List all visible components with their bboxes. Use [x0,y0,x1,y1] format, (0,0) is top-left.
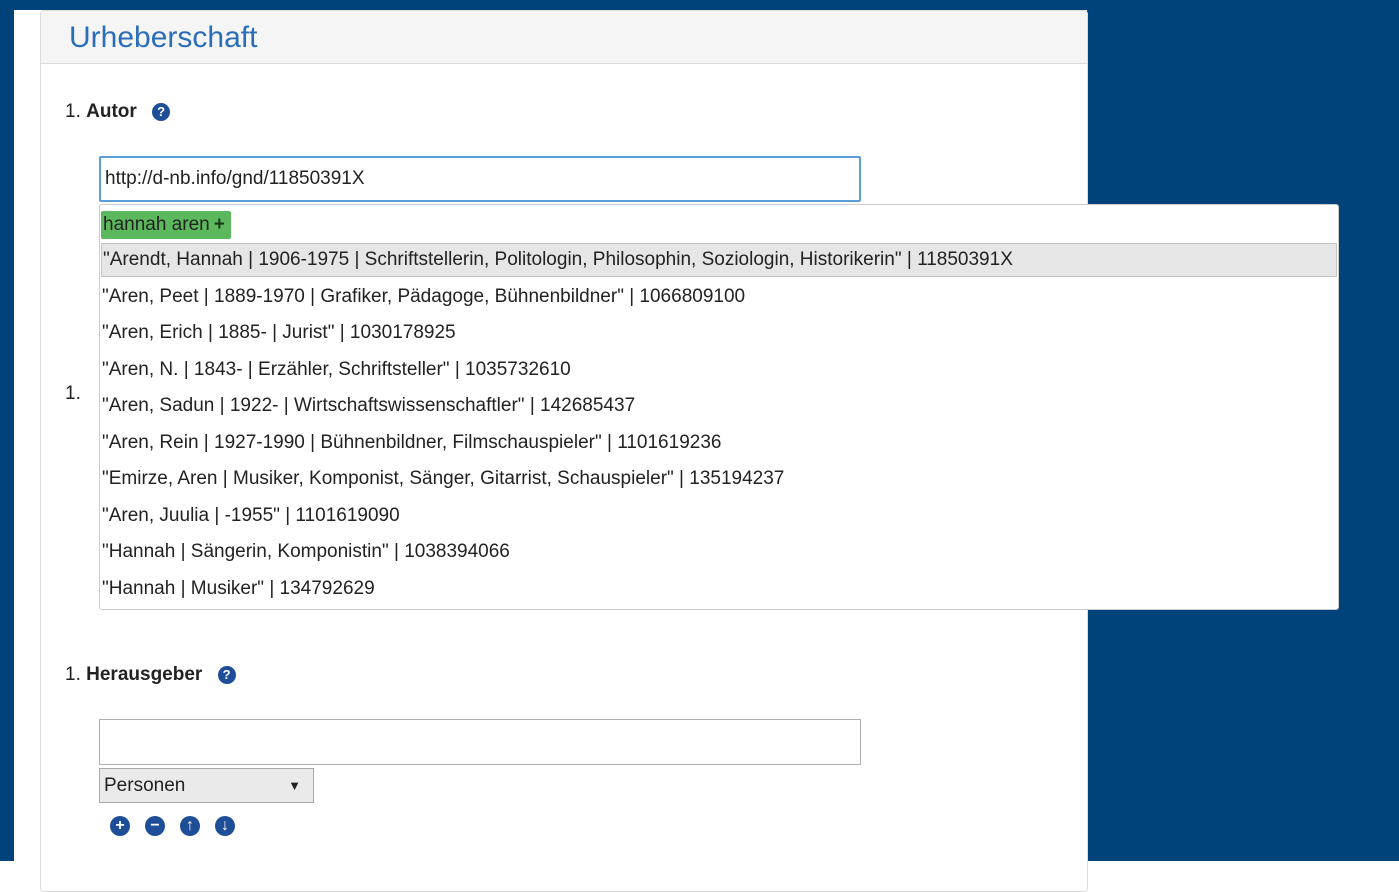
help-icon[interactable]: ? [152,103,171,121]
herausgeber-label: 1. Herausgeber ? [65,664,236,686]
add-icon[interactable]: + [110,816,130,836]
new-entry-option[interactable]: hannah aren + [101,211,231,239]
arrow-down-icon[interactable]: ↓ [215,816,235,836]
plus-icon: + [213,214,225,235]
type-select-value: Personen [104,775,186,796]
autor-number: 1. [65,101,81,122]
result-option[interactable]: "Aren, Peet | 1889-1970 | Grafiker, Päda… [101,280,745,314]
result-option[interactable]: "Hannah | Musiker" | 134792629 [101,572,375,606]
result-option[interactable]: "Emirze, Aren | Musiker, Komponist, Säng… [101,462,784,496]
autor-label: 1. Autor ? [65,101,171,123]
result-option[interactable]: "Aren, Juulia | -1955" | 1101619090 [101,499,400,533]
chevron-down-icon: ▼ [288,778,301,793]
autor-input[interactable]: http://d-nb.info/gnd/11850391X [99,156,861,202]
arrow-up-icon[interactable]: ↑ [180,816,200,836]
autor-label-text: Autor [86,101,137,122]
row-actions: + − ↑ ↓ [110,816,250,836]
result-option[interactable]: "Aren, N. | 1843- | Erzähler, Schriftste… [101,353,571,387]
result-option[interactable]: "Aren, Erich | 1885- | Jurist" | 1030178… [101,316,456,350]
autocomplete-dropdown: hannah aren + "Arendt, Hannah | 1906-1975… [99,204,1339,610]
type-select[interactable]: Personen ▼ [99,768,314,803]
help-icon[interactable]: ? [217,666,236,684]
left-border [0,0,14,861]
herausgeber-label-text: Herausgeber [86,664,203,685]
new-entry-text: hannah aren [103,214,210,235]
panel-heading: Urheberschaft [41,11,1087,64]
herausgeber-input[interactable] [99,719,861,765]
result-option[interactable]: "Aren, Rein | 1927-1990 | Bühnenbildner,… [101,426,721,460]
result-option[interactable]: "Hannah | Sängerin, Komponistin" | 10383… [101,535,510,569]
result-option[interactable]: "Aren, Sadun | 1922- | Wirtschaftswissen… [101,389,635,423]
remove-icon[interactable]: − [145,816,165,836]
panel-title: Urheberschaft [69,21,258,54]
autor-row-number: 1. [65,383,81,404]
result-option[interactable]: "Arendt, Hannah | 1906-1975 | Schriftste… [101,243,1337,277]
herausgeber-number: 1. [65,664,81,685]
